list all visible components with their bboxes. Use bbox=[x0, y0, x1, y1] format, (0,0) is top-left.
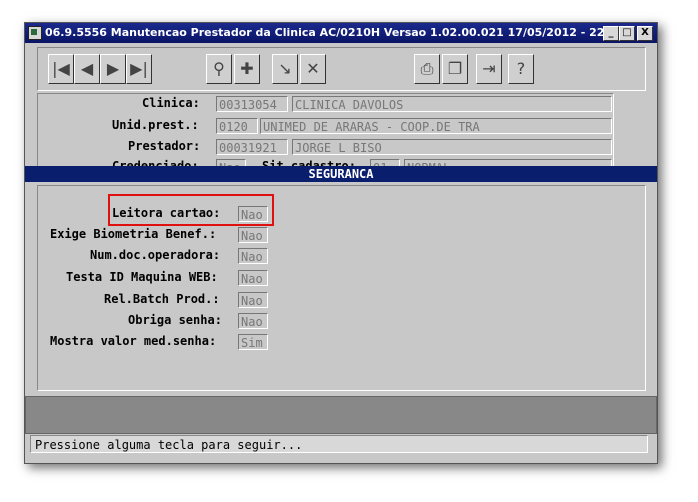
copy-button[interactable]: ❐ bbox=[442, 54, 468, 84]
help-button[interactable]: ? bbox=[508, 54, 534, 84]
prestador-label: Prestador: bbox=[128, 139, 201, 153]
clinica-code-field[interactable]: 00313054 bbox=[216, 96, 288, 112]
exige-biometria-field[interactable]: Nao bbox=[238, 227, 268, 243]
exige-biometria-label: Exige Biometria Benef.: bbox=[50, 227, 217, 241]
add-icon: ✚ bbox=[240, 59, 254, 78]
message-bar bbox=[25, 396, 657, 434]
toolbar: |◀ ◀ ▶ ▶| ⚲ ✚ ↘ ✕ ⎙ ❐ ⇥ ? bbox=[37, 47, 646, 91]
print-icon: ⎙ bbox=[420, 59, 434, 78]
mostra-valor-label: Mostra valor med.senha: bbox=[50, 334, 217, 348]
delete-icon: ✕ bbox=[306, 59, 320, 78]
close-button[interactable]: X bbox=[637, 26, 653, 41]
exit-button[interactable]: ⇥ bbox=[476, 54, 502, 84]
exit-icon: ⇥ bbox=[482, 59, 496, 78]
add-button[interactable]: ✚ bbox=[234, 54, 260, 84]
window-title: 06.9.5556 Manutencao Prestador da Clinic… bbox=[45, 26, 625, 39]
section-header: SEGURANCA bbox=[25, 166, 657, 182]
clinica-label: Clinica: bbox=[142, 96, 200, 110]
copy-icon: ❐ bbox=[447, 59, 463, 78]
testa-id-maquina-label: Testa ID Maquina WEB: bbox=[66, 270, 218, 284]
prestador-form: Clinica: 00313054 CLINICA DAVOLOS Unid.p… bbox=[37, 93, 614, 169]
testa-id-maquina-field[interactable]: Nao bbox=[238, 270, 268, 286]
status-bar: Pressione alguma tecla para seguir... bbox=[30, 435, 648, 453]
search-icon: ⚲ bbox=[213, 59, 225, 78]
print-button[interactable]: ⎙ bbox=[414, 54, 440, 84]
obriga-senha-field[interactable]: Nao bbox=[238, 313, 268, 329]
unid-prest-label: Unid.prest.: bbox=[112, 118, 199, 132]
clinica-name-field[interactable]: CLINICA DAVOLOS bbox=[292, 96, 612, 112]
prestador-code-field[interactable]: 00031921 bbox=[216, 139, 288, 155]
first-icon: |◀ bbox=[52, 59, 70, 78]
previous-record-button[interactable]: ◀ bbox=[74, 54, 100, 84]
previous-icon: ◀ bbox=[80, 59, 94, 78]
edit-button[interactable]: ↘ bbox=[272, 54, 298, 84]
edit-icon: ↘ bbox=[278, 59, 292, 78]
last-icon: ▶| bbox=[130, 59, 148, 78]
next-record-button[interactable]: ▶ bbox=[100, 54, 126, 84]
delete-button[interactable]: ✕ bbox=[300, 54, 326, 84]
last-record-button[interactable]: ▶| bbox=[126, 54, 152, 84]
search-button[interactable]: ⚲ bbox=[206, 54, 232, 84]
title-bar[interactable]: 06.9.5556 Manutencao Prestador da Clinic… bbox=[25, 23, 657, 43]
mostra-valor-field[interactable]: Sim bbox=[238, 334, 268, 350]
num-doc-operadora-field[interactable]: Nao bbox=[238, 248, 268, 264]
app-icon bbox=[28, 26, 42, 40]
rel-batch-prod-label: Rel.Batch Prod.: bbox=[104, 292, 220, 306]
maximize-button[interactable]: □ bbox=[619, 26, 635, 41]
prestador-name-field[interactable]: JORGE L BISO bbox=[292, 139, 612, 155]
obriga-senha-label: Obriga senha: bbox=[128, 313, 222, 327]
application-window: 06.9.5556 Manutencao Prestador da Clinic… bbox=[24, 22, 658, 464]
num-doc-operadora-label: Num.doc.operadora: bbox=[90, 248, 221, 262]
unid-code-field[interactable]: 0120 bbox=[216, 118, 258, 134]
first-record-button[interactable]: |◀ bbox=[48, 54, 74, 84]
next-icon: ▶ bbox=[106, 59, 120, 78]
unid-name-field[interactable]: UNIMED DE ARARAS - COOP.DE TRA bbox=[260, 118, 612, 134]
minimize-button[interactable]: _ bbox=[603, 26, 619, 41]
rel-batch-prod-field[interactable]: Nao bbox=[238, 292, 268, 308]
highlight-box bbox=[108, 194, 274, 226]
help-icon: ? bbox=[516, 59, 526, 78]
